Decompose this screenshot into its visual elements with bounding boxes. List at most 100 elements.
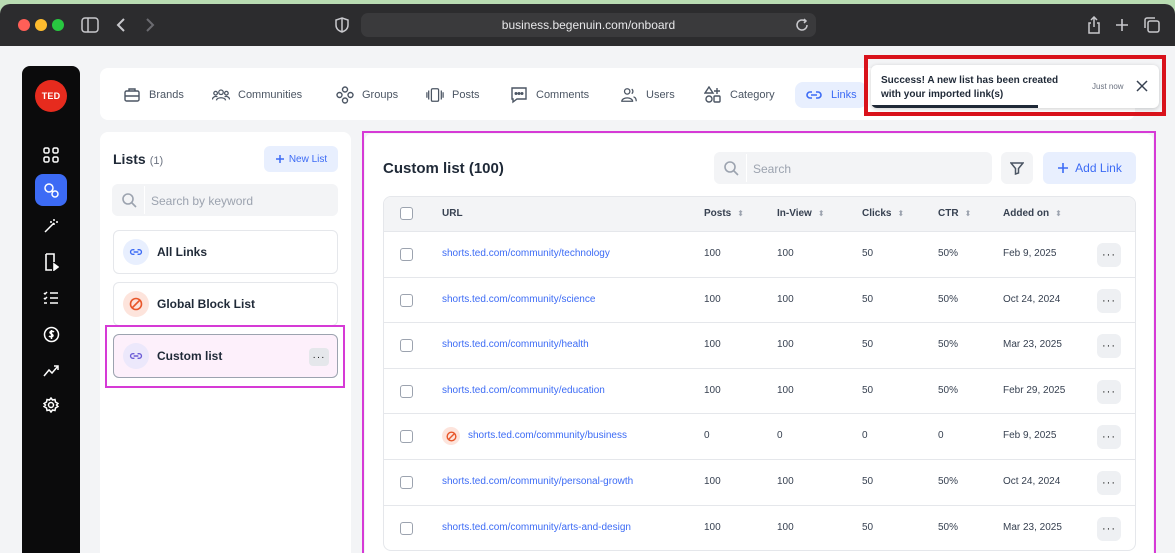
row-more-button[interactable]: ··· bbox=[1097, 470, 1121, 495]
row-url[interactable]: shorts.ted.com/community/science bbox=[442, 294, 595, 305]
new-list-button[interactable]: New List bbox=[264, 146, 338, 172]
address-bar[interactable]: business.begenuin.com/onboard bbox=[361, 13, 816, 37]
magic-wand-icon[interactable] bbox=[35, 210, 67, 242]
new-tab-icon[interactable] bbox=[1111, 14, 1133, 36]
row-added-on: Mar 23, 2025 bbox=[1003, 339, 1062, 351]
nav-posts-label: Posts bbox=[452, 89, 480, 101]
back-icon[interactable] bbox=[110, 14, 132, 36]
list-search-input[interactable]: Search by keyword bbox=[112, 184, 338, 216]
row-added-on: Feb 9, 2025 bbox=[1003, 248, 1057, 259]
table-row[interactable]: shorts.ted.com/community/health 100 100 50 5… bbox=[384, 322, 1135, 368]
nav-category-label: Category bbox=[730, 89, 775, 101]
list-detail-panel: Custom list (100) Search Add Link URL Po… bbox=[365, 134, 1153, 553]
sort-icon: ⬍ bbox=[737, 209, 744, 218]
row-checkbox[interactable] bbox=[400, 339, 413, 353]
row-ctr: 50% bbox=[938, 339, 959, 351]
search-divider bbox=[144, 186, 145, 214]
close-window-button[interactable] bbox=[18, 19, 30, 31]
row-url[interactable]: shorts.ted.com/community/business bbox=[468, 430, 627, 441]
nav-brands[interactable]: Brands bbox=[123, 82, 184, 108]
list-item-all-links[interactable]: All Links bbox=[113, 230, 338, 274]
table-header: URL Posts ⬍ In-View ⬍ Clicks ⬍ CTR ⬍ Added o… bbox=[384, 197, 1135, 231]
table-row[interactable]: shorts.ted.com/community/business 0 0 0 0 Feb… bbox=[384, 413, 1135, 459]
column-ctr[interactable]: CTR ⬍ bbox=[938, 208, 971, 219]
maximize-window-button[interactable] bbox=[52, 19, 64, 31]
column-posts[interactable]: Posts ⬍ bbox=[704, 208, 744, 219]
nav-links[interactable]: Links bbox=[795, 82, 867, 108]
link-icon bbox=[806, 91, 822, 99]
row-inview: 100 bbox=[777, 475, 794, 487]
link-search-input[interactable]: Search bbox=[714, 152, 992, 184]
nav-comments[interactable]: Comments bbox=[510, 82, 589, 108]
row-posts: 0 bbox=[704, 430, 710, 442]
share-icon[interactable] bbox=[1083, 14, 1105, 36]
minimize-window-button[interactable] bbox=[35, 19, 47, 31]
posts-icon[interactable] bbox=[35, 246, 67, 278]
row-more-button[interactable]: ··· bbox=[1097, 379, 1121, 404]
add-link-button[interactable]: Add Link bbox=[1043, 152, 1136, 184]
row-added-on: Feb 9, 2025 bbox=[1003, 430, 1057, 442]
nav-communities[interactable]: Communities bbox=[212, 82, 302, 108]
reload-icon[interactable] bbox=[794, 17, 810, 33]
links-icon[interactable] bbox=[35, 174, 67, 206]
list-item-label: Global Block List bbox=[157, 297, 256, 311]
dollar-icon[interactable] bbox=[35, 318, 67, 350]
row-url[interactable]: shorts.ted.com/community/health bbox=[442, 339, 589, 350]
row-url[interactable]: shorts.ted.com/community/personal-growth bbox=[442, 476, 633, 487]
row-url[interactable]: shorts.ted.com/community/technology bbox=[442, 248, 610, 259]
settings-icon[interactable] bbox=[35, 389, 67, 421]
nav-users-label: Users bbox=[646, 89, 675, 101]
nav-posts[interactable]: Posts bbox=[426, 82, 480, 108]
nav-category[interactable]: Category bbox=[704, 82, 775, 108]
row-more-button[interactable]: ··· bbox=[1097, 243, 1121, 267]
row-inview: 100 bbox=[777, 384, 794, 396]
sidebar-toggle-icon[interactable] bbox=[79, 14, 101, 36]
list-item-global-block-list[interactable]: Global Block List bbox=[113, 282, 338, 326]
row-url[interactable]: shorts.ted.com/community/education bbox=[442, 385, 605, 396]
table-body: shorts.ted.com/community/technology 100 10… bbox=[384, 231, 1135, 550]
row-checkbox[interactable] bbox=[400, 248, 413, 261]
row-more-button[interactable]: ··· bbox=[1097, 516, 1121, 541]
column-clicks[interactable]: Clicks ⬍ bbox=[862, 208, 904, 219]
column-inview[interactable]: In-View ⬍ bbox=[777, 208, 825, 219]
table-row[interactable]: shorts.ted.com/community/arts-and-design… bbox=[384, 504, 1135, 551]
row-more-button[interactable]: ··· bbox=[1097, 425, 1121, 450]
analytics-icon[interactable] bbox=[35, 354, 67, 386]
search-divider bbox=[746, 154, 747, 182]
nav-users[interactable]: Users bbox=[620, 82, 675, 108]
block-icon bbox=[123, 291, 149, 317]
grid-icon[interactable] bbox=[35, 139, 67, 171]
checklist-icon[interactable] bbox=[35, 282, 67, 314]
table-row[interactable]: shorts.ted.com/community/science 100 100 50… bbox=[384, 276, 1135, 323]
row-added-on: Oct 24, 2024 bbox=[1003, 293, 1061, 305]
ted-logo[interactable]: TED bbox=[35, 80, 67, 112]
row-checkbox[interactable] bbox=[400, 475, 413, 489]
link-icon bbox=[123, 239, 149, 265]
toast-message: Success! A new list has been created wit… bbox=[881, 75, 1059, 100]
column-added-on[interactable]: Added on ⬍ bbox=[1003, 208, 1062, 219]
lists-heading: Lists (1) bbox=[113, 151, 163, 167]
table-row[interactable]: shorts.ted.com/community/personal-growth… bbox=[384, 458, 1135, 505]
row-checkbox[interactable] bbox=[400, 430, 413, 444]
column-url[interactable]: URL bbox=[442, 208, 463, 219]
row-more-button[interactable]: ··· bbox=[1097, 288, 1121, 313]
row-checkbox[interactable] bbox=[400, 384, 413, 398]
row-checkbox[interactable] bbox=[400, 293, 413, 307]
nav-groups[interactable]: Groups bbox=[336, 82, 398, 108]
row-url[interactable]: shorts.ted.com/community/arts-and-design bbox=[442, 522, 631, 533]
add-link-label: Add Link bbox=[1075, 161, 1122, 175]
select-all-checkbox[interactable] bbox=[400, 207, 413, 220]
table-row[interactable]: shorts.ted.com/community/education 100 100… bbox=[384, 367, 1135, 414]
row-ctr: 50% bbox=[938, 521, 959, 533]
table-row[interactable]: shorts.ted.com/community/technology 100 10… bbox=[384, 231, 1135, 277]
row-checkbox[interactable] bbox=[400, 521, 413, 535]
close-icon[interactable] bbox=[1135, 79, 1149, 93]
privacy-shield-icon[interactable] bbox=[331, 14, 353, 36]
filter-button[interactable] bbox=[1001, 152, 1033, 184]
tab-overview-icon[interactable] bbox=[1141, 14, 1163, 36]
column-inview-label: In-View bbox=[777, 208, 812, 219]
row-posts: 100 bbox=[704, 384, 721, 396]
row-more-button[interactable]: ··· bbox=[1097, 334, 1121, 359]
list-item-label: All Links bbox=[157, 245, 208, 259]
forward-icon[interactable] bbox=[139, 14, 161, 36]
